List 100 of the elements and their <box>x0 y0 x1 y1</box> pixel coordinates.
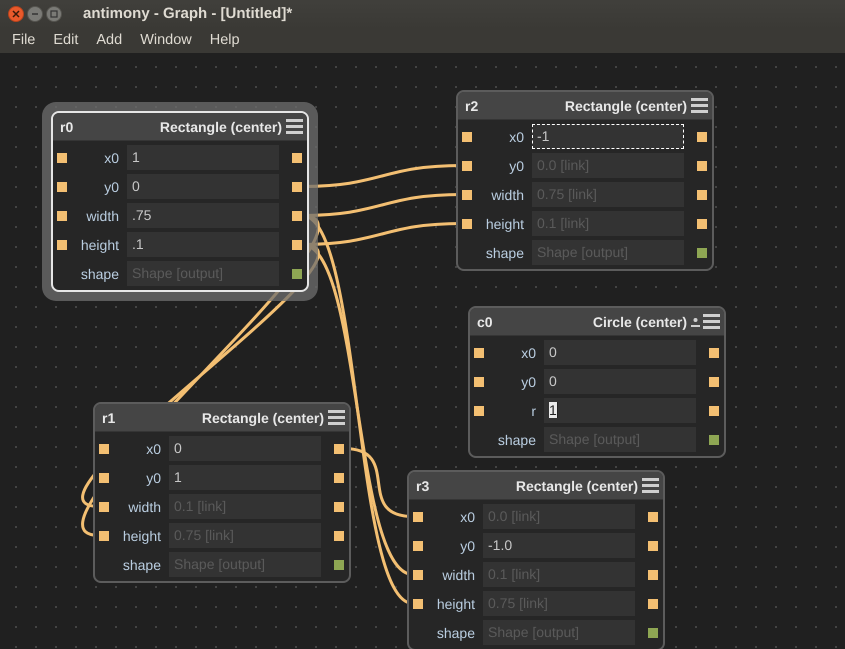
output-port[interactable] <box>709 434 719 444</box>
port-label: y0 <box>520 374 536 390</box>
menu-icon[interactable] <box>328 410 345 425</box>
output-port[interactable] <box>648 570 658 580</box>
input-port[interactable] <box>462 218 472 228</box>
input-port[interactable] <box>413 598 423 608</box>
output-port[interactable] <box>709 376 719 386</box>
input-port[interactable] <box>462 160 472 170</box>
menu-icon[interactable] <box>691 98 708 113</box>
node-name: r0 <box>60 118 74 134</box>
node-title: Circle (center) <box>592 314 687 330</box>
menu-item[interactable]: File <box>5 32 42 48</box>
output-port[interactable] <box>292 152 302 162</box>
input-field[interactable]: 0 <box>544 369 696 394</box>
node-title: Rectangle (center) <box>160 118 282 134</box>
menu-item[interactable]: Help <box>202 32 247 48</box>
port-label: height <box>80 236 119 252</box>
port-label: x0 <box>459 508 475 524</box>
port-label: x0 <box>520 344 536 360</box>
output-port[interactable] <box>697 218 707 228</box>
menu-item[interactable]: Add <box>89 32 130 48</box>
output-port[interactable] <box>292 268 302 278</box>
output-port[interactable] <box>292 182 302 192</box>
input-port[interactable] <box>99 502 109 512</box>
menu-icon[interactable] <box>642 478 659 493</box>
window-title: antimony - Graph - [Untitled]* <box>83 5 292 22</box>
port-label: height <box>436 596 475 612</box>
input-field[interactable]: 0 <box>169 436 321 461</box>
input-port[interactable] <box>474 376 484 386</box>
port-label: r <box>530 402 536 418</box>
output-port[interactable] <box>648 628 658 638</box>
output-port[interactable] <box>334 502 344 512</box>
port-label: y0 <box>508 158 524 174</box>
menu-item[interactable]: Window <box>133 32 199 48</box>
node-name: c0 <box>477 314 493 330</box>
output-port[interactable] <box>334 444 344 454</box>
port-label: x0 <box>103 150 119 166</box>
output-port[interactable] <box>334 530 344 540</box>
output-port[interactable] <box>292 240 302 250</box>
port-label: shape <box>484 244 524 260</box>
output-port[interactable] <box>648 512 658 522</box>
menu-icon[interactable] <box>703 314 720 329</box>
close-button[interactable] <box>8 6 24 22</box>
output-port[interactable] <box>697 248 707 258</box>
node-title: Rectangle (center) <box>202 410 324 426</box>
input-field[interactable]: -1.0 <box>483 533 635 558</box>
input-port[interactable] <box>413 512 423 522</box>
input-port[interactable] <box>99 472 109 482</box>
port-label: height <box>484 216 524 232</box>
output-port[interactable] <box>709 348 719 358</box>
input-port[interactable] <box>99 530 109 540</box>
input-port[interactable] <box>474 406 484 416</box>
output-port[interactable] <box>648 540 658 550</box>
output-port[interactable] <box>697 160 707 170</box>
node-header[interactable]: r0 Rectangle (center) <box>53 113 307 141</box>
menu-icon[interactable] <box>286 119 303 134</box>
input-port[interactable] <box>474 348 484 358</box>
output-port[interactable] <box>697 132 707 142</box>
node-header[interactable]: c0 Circle (center) <box>470 308 724 336</box>
input-field[interactable]: 0 <box>127 174 279 199</box>
menu-item[interactable]: Edit <box>46 32 86 48</box>
indicator-icon[interactable] <box>691 316 700 328</box>
maximize-button[interactable] <box>46 6 62 22</box>
input-field[interactable]: 1 <box>127 145 279 170</box>
input-field[interactable]: 0 <box>544 340 696 365</box>
port-label: width <box>127 498 161 514</box>
node-header[interactable]: r3 Rectangle (center) <box>409 472 663 500</box>
input-port[interactable] <box>57 152 67 162</box>
input-port[interactable] <box>99 444 109 454</box>
port-label: width <box>85 208 119 224</box>
input-port[interactable] <box>57 240 67 250</box>
close-icon <box>12 10 20 18</box>
input-port[interactable] <box>57 182 67 192</box>
input-port[interactable] <box>462 190 472 200</box>
input-field[interactable]: .75 <box>127 203 279 228</box>
port-label: y0 <box>459 538 475 554</box>
output-port[interactable] <box>697 190 707 200</box>
port-label: shape <box>436 624 475 640</box>
port-label: shape <box>122 556 161 572</box>
port-label: x0 <box>145 440 161 456</box>
input-field[interactable]: -1 <box>532 124 684 149</box>
input-field[interactable]: .1 <box>127 232 279 257</box>
output-port[interactable] <box>334 472 344 482</box>
input-port[interactable] <box>413 540 423 550</box>
minimize-button[interactable] <box>27 6 43 22</box>
node-name: r2 <box>465 98 478 114</box>
output-port[interactable] <box>648 598 658 608</box>
input-port[interactable] <box>413 570 423 580</box>
input-field[interactable]: 1 <box>544 398 696 423</box>
input-port[interactable] <box>57 210 67 220</box>
node-header[interactable]: r1 Rectangle (center) <box>95 404 349 432</box>
port-label: y0 <box>103 178 119 194</box>
port-label: shape <box>80 266 119 282</box>
node-header[interactable]: r2 Rectangle (center) <box>458 92 712 120</box>
input-port[interactable] <box>462 132 472 142</box>
output-port[interactable] <box>292 210 302 220</box>
port-label: shape <box>496 432 536 448</box>
output-port[interactable] <box>334 560 344 570</box>
output-port[interactable] <box>709 406 719 416</box>
input-field[interactable]: 1 <box>169 465 321 490</box>
